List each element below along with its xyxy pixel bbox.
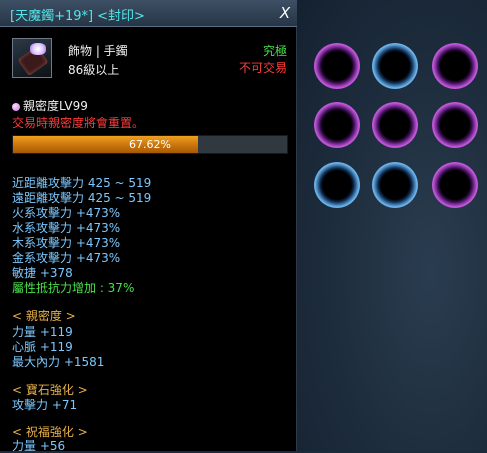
section-intimacy-header: < 親密度 > [12,309,76,323]
gem-slot[interactable] [314,162,360,208]
stat-water: 水系攻擊力 +473% [12,221,121,235]
gem-slot[interactable] [314,102,360,148]
gem-bonus: 攻擊力 +71 [12,398,78,412]
item-tooltip: [天魔鐲+19*] <封印> X 飾物 | 手鐲 86級以上 究極 不可交易 親密… [0,0,297,453]
stat-melee: 近距離攻擊力 425 ~ 519 [12,176,152,190]
intimacy-bonus: 心脈 +119 [12,340,73,354]
gem-slot[interactable] [372,162,418,208]
intimacy-progress-bar: 67.62% [12,135,288,154]
gem-slot[interactable] [432,102,478,148]
gem-slot[interactable] [372,102,418,148]
item-level: 86級以上 [68,63,120,77]
intimacy-label: 親密度LV99 [23,99,88,113]
stat-metal: 金系攻擊力 +473% [12,251,121,265]
stat-fire: 火系攻擊力 +473% [12,206,121,220]
gem-slot[interactable] [314,43,360,89]
item-name: [天魔鐲+19*] [10,9,94,24]
trade-status: 不可交易 [239,61,288,75]
intimacy-level: 親密度LV99 [12,99,88,113]
stat-wood: 木系攻擊力 +473% [12,236,121,250]
section-blessing-header: < 祝福強化 > [12,425,88,439]
intimacy-bonus: 力量 +119 [12,325,73,339]
stat-resist: 屬性抵抗力增加 : 37% [12,281,135,295]
intimacy-bonus: 最大內力 +1581 [12,355,105,369]
intimacy-icon [12,102,20,111]
tooltip-titlebar: [天魔鐲+19*] <封印> X [0,0,297,27]
close-button[interactable]: X [276,3,294,23]
intimacy-warning: 交易時親密度將會重置。 [12,116,145,130]
gem-slot[interactable] [432,162,478,208]
gem-slot[interactable] [372,43,418,89]
item-title: [天魔鐲+19*] <封印> [10,5,145,24]
item-grade: 究極 [263,44,288,58]
section-gem-header: < 寶石強化 > [12,383,88,397]
item-type: 飾物 | 手鐲 [68,44,128,58]
gem-slot[interactable] [432,43,478,89]
stat-ranged: 遠距離攻擊力 425 ~ 519 [12,191,152,205]
item-seal: <封印> [97,9,145,24]
progress-text: 67.62% [129,138,171,151]
bracelet-icon [12,38,52,78]
stat-agility: 敏捷 +378 [12,266,73,280]
